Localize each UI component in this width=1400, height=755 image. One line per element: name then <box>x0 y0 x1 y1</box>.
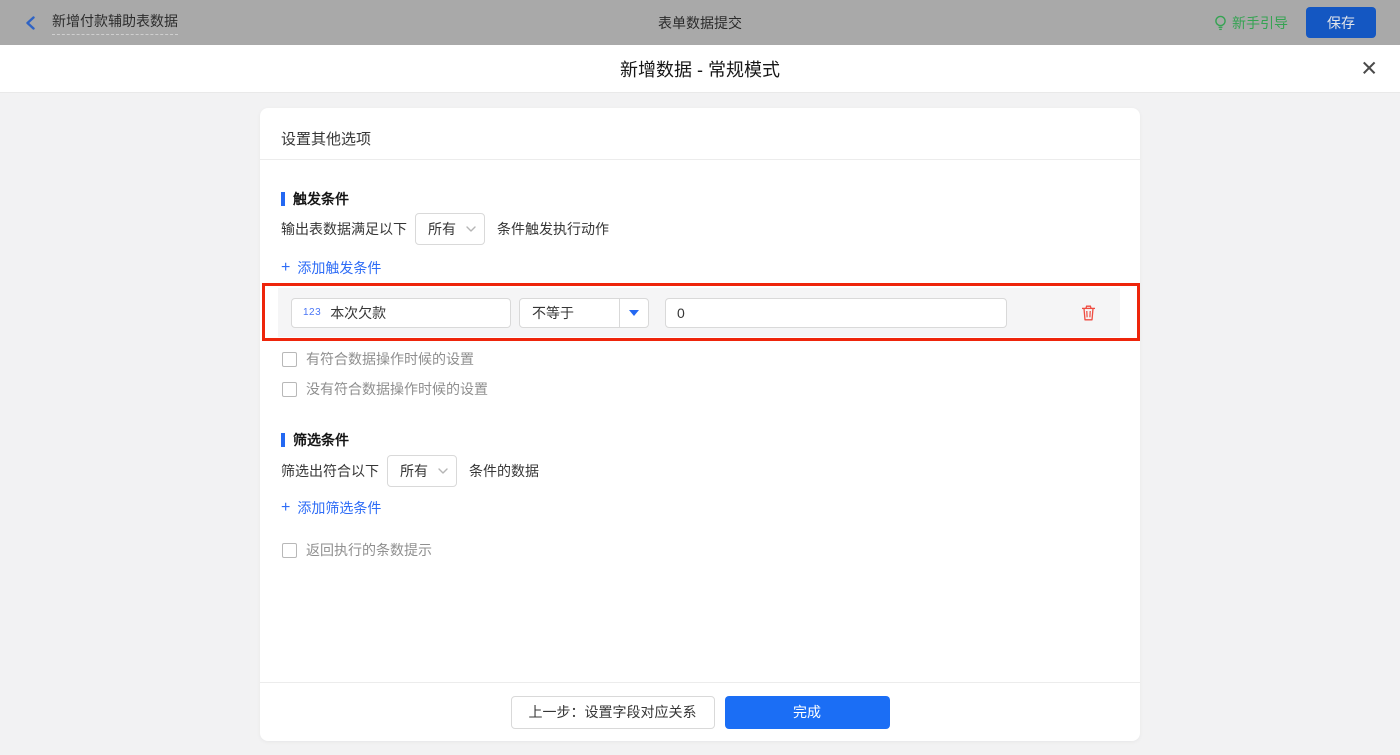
finish-button[interactable]: 完成 <box>724 695 890 729</box>
save-button[interactable]: 保存 <box>1306 7 1376 38</box>
options-settings-card: 设置其他选项 触发条件 输出表数据满足以下 所有 条件触发执行动作 + 添加触发… <box>260 108 1140 741</box>
trigger-sentence-prefix: 输出表数据满足以下 <box>281 220 407 237</box>
trigger-condition-row: 123 本次欠款 不等于 <box>278 288 1120 337</box>
condition-operator-value: 不等于 <box>532 304 574 321</box>
back-navigation[interactable]: 新增付款辅助表数据 <box>24 11 178 35</box>
condition-operator-select[interactable]: 不等于 <box>519 297 649 328</box>
beginner-guide-link[interactable]: 新手引导 <box>1214 13 1288 33</box>
form-name-title[interactable]: 新增付款辅助表数据 <box>52 11 178 35</box>
add-trigger-condition-link[interactable]: + 添加触发条件 <box>281 258 381 278</box>
dialog-title: 新增数据 - 常规模式 <box>620 59 780 80</box>
filter-sentence-suffix: 条件的数据 <box>469 462 539 479</box>
close-icon[interactable]: ✕ <box>1360 58 1378 79</box>
filter-section-label: 筛选条件 <box>293 432 349 448</box>
condition-field-name: 本次欠款 <box>330 304 387 321</box>
plus-icon: + <box>281 499 291 516</box>
trigger-sentence-suffix: 条件触发执行动作 <box>497 220 609 237</box>
return-count-tip-checkbox-row[interactable]: 返回执行的条数提示 <box>282 540 432 560</box>
lightbulb-icon <box>1215 15 1226 30</box>
chevron-down-icon <box>438 467 448 474</box>
caret-down-icon <box>629 309 639 316</box>
trash-icon <box>1082 305 1095 320</box>
topbar-actions: 新手引导 保存 <box>1214 7 1376 38</box>
no-matching-data-checkbox-row[interactable]: 没有符合数据操作时候的设置 <box>282 379 488 399</box>
add-filter-condition-link[interactable]: + 添加筛选条件 <box>281 498 381 518</box>
page-title: 表单数据提交 <box>658 14 742 31</box>
top-bar: 新增付款辅助表数据 表单数据提交 新手引导 保存 <box>0 0 1400 45</box>
trigger-section-label: 触发条件 <box>293 191 349 207</box>
beginner-guide-label: 新手引导 <box>1232 14 1288 31</box>
trigger-match-mode-value: 所有 <box>428 220 456 237</box>
checkbox-unchecked[interactable] <box>282 542 297 558</box>
dialog-header: 新增数据 - 常规模式 ✕ <box>0 45 1400 93</box>
back-chevron-icon[interactable] <box>24 15 38 30</box>
return-count-tip-label: 返回执行的条数提示 <box>306 542 432 558</box>
checkbox-unchecked[interactable] <box>282 351 297 367</box>
card-footer: 上一步：设置字段对应关系 完成 <box>260 682 1140 741</box>
has-matching-data-label: 有符合数据操作时候的设置 <box>306 351 474 367</box>
previous-step-button[interactable]: 上一步：设置字段对应关系 <box>510 695 715 729</box>
checkbox-unchecked[interactable] <box>282 381 297 397</box>
has-matching-data-checkbox-row[interactable]: 有符合数据操作时候的设置 <box>282 349 474 369</box>
section-accent-bar <box>281 192 285 206</box>
number-field-type-icon: 123 <box>303 307 322 318</box>
section-accent-bar <box>281 433 285 447</box>
add-filter-condition-label: 添加筛选条件 <box>297 500 382 516</box>
condition-field-select[interactable]: 123 本次欠款 <box>291 297 511 328</box>
filter-section-heading: 筛选条件 <box>281 430 349 450</box>
card-title: 设置其他选项 <box>281 131 372 148</box>
operator-dropdown-toggle[interactable] <box>619 298 648 327</box>
add-trigger-condition-label: 添加触发条件 <box>297 260 382 276</box>
filter-match-sentence: 筛选出符合以下 所有 条件的数据 <box>281 454 539 487</box>
delete-condition-button[interactable] <box>1081 305 1096 321</box>
chevron-down-icon <box>466 225 476 232</box>
condition-value-input[interactable] <box>665 297 1007 328</box>
filter-sentence-prefix: 筛选出符合以下 <box>281 462 379 479</box>
trigger-match-mode-select[interactable]: 所有 <box>415 212 485 245</box>
filter-match-mode-value: 所有 <box>400 462 428 479</box>
plus-icon: + <box>281 259 291 276</box>
trigger-match-sentence: 输出表数据满足以下 所有 条件触发执行动作 <box>281 212 609 245</box>
trigger-section-heading: 触发条件 <box>281 189 349 209</box>
filter-match-mode-select[interactable]: 所有 <box>387 454 457 487</box>
no-matching-data-label: 没有符合数据操作时候的设置 <box>306 381 488 397</box>
card-title-divider <box>260 159 1140 160</box>
